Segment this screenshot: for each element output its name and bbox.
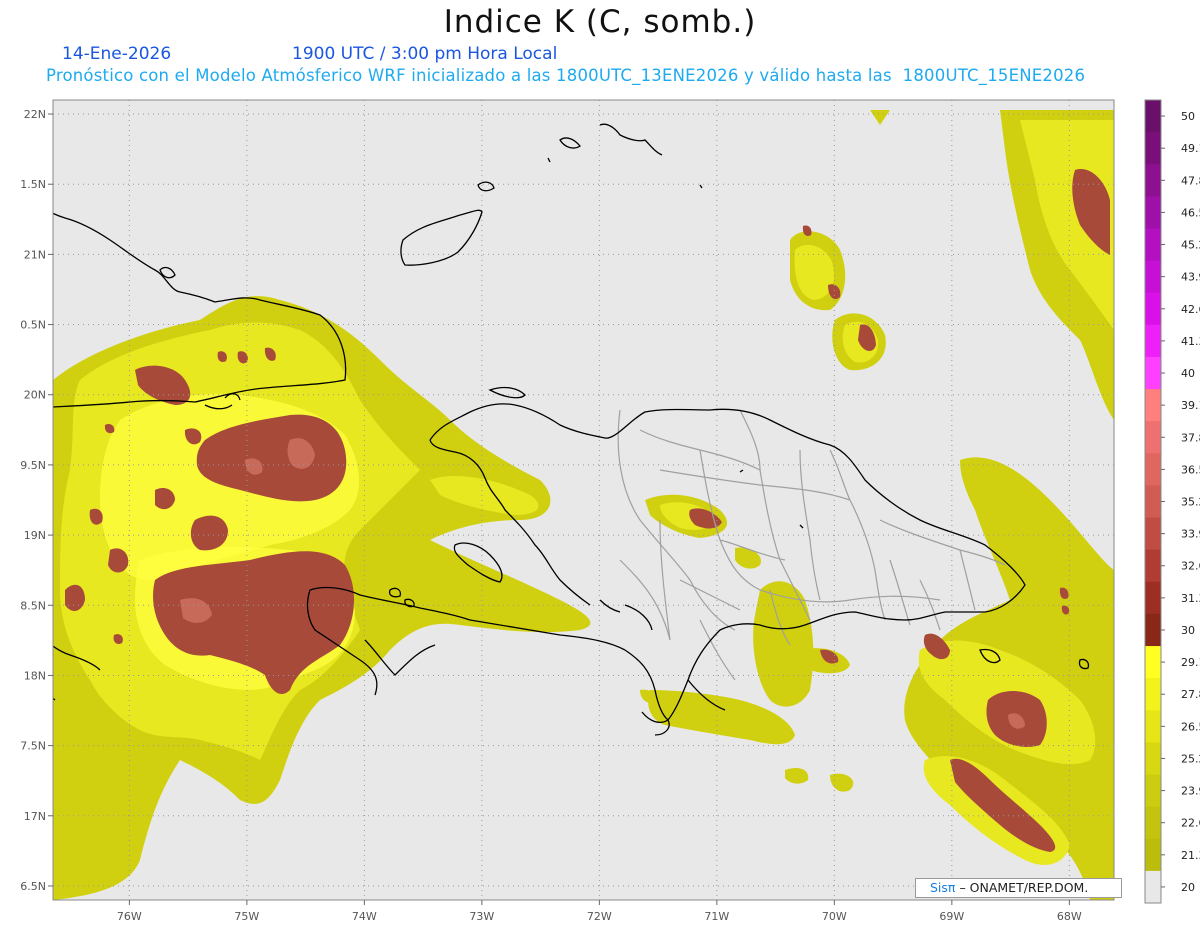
colorbar-swatch: [1145, 838, 1161, 872]
colorbar-swatch: [1145, 646, 1161, 679]
colorbar-swatch: [1145, 485, 1161, 519]
color-bar: 50 49.1 47.8 46.5 45.2 43.9 42.6 41.3 40 39.1 37.8…: [1144, 99, 1200, 904]
colorbar-swatch: [1145, 774, 1161, 808]
lon-tick-label: 72W: [587, 910, 612, 923]
colorbar-swatch: [1145, 678, 1161, 711]
colorbar-swatch: [1145, 806, 1161, 840]
colorbar-label: 42.6: [1181, 303, 1200, 316]
colorbar-label: 33.9: [1181, 528, 1200, 541]
lat-tick-label: 17N: [24, 810, 46, 823]
lon-tick-label: 73W: [469, 910, 494, 923]
lat-tick-label: 22N: [24, 108, 46, 121]
colorbar-swatch: [1145, 517, 1161, 551]
colorbar-label: 35.2: [1181, 496, 1200, 509]
lon-tick-label: 75W: [234, 910, 259, 923]
colorbar-swatch: [1145, 100, 1161, 133]
lon-tick-label: 70W: [822, 910, 847, 923]
lon-tick-label: 69W: [939, 910, 964, 923]
lat-tick-label: 19N: [24, 529, 46, 542]
lat-tick-label: 0.5N: [20, 319, 46, 332]
colorbar-label: 40: [1181, 367, 1195, 380]
colorbar-swatch: [1145, 389, 1161, 422]
colorbar-swatch: [1145, 613, 1161, 647]
colorbar-swatch: [1145, 228, 1161, 262]
colorbar-swatch: [1145, 356, 1161, 390]
colorbar-label: 27.8: [1181, 688, 1200, 701]
credit-organization: – ONAMET/REP.DOM.: [959, 880, 1089, 895]
colorbar-swatch: [1145, 260, 1161, 294]
lat-tick-label: 8.5N: [20, 599, 46, 612]
lon-tick-label: 71W: [704, 910, 729, 923]
colorbar-label: 43.9: [1181, 271, 1200, 284]
colorbar-swatch: [1145, 164, 1161, 197]
colorbar-label: 36.5: [1181, 463, 1200, 476]
colorbar-label: 41.3: [1181, 335, 1200, 348]
colorbar-label: 23.9: [1181, 785, 1200, 798]
colorbar-label: 46.5: [1181, 206, 1200, 219]
colorbar-label: 39.1: [1181, 399, 1200, 412]
colorbar-label: 49.1: [1181, 142, 1200, 155]
colorbar-swatch: [1145, 453, 1161, 486]
lon-tick-label: 76W: [117, 910, 142, 923]
colorbar-swatch: [1145, 710, 1161, 743]
lon-tick-label: 74W: [352, 910, 377, 923]
credit-brand: Sisπ: [930, 880, 956, 895]
colorbar-label: 20: [1181, 881, 1195, 894]
lon-tick-label: 68W: [1057, 910, 1082, 923]
colorbar-label: 25.2: [1181, 752, 1200, 765]
colorbar-label: 22.6: [1181, 817, 1200, 830]
colorbar-swatch: [1145, 324, 1161, 358]
lat-tick-label: 1.5N: [20, 178, 46, 191]
lat-tick-label: 18N: [24, 669, 46, 682]
colorbar-swatch: [1145, 196, 1161, 229]
colorbar-swatch: [1145, 581, 1161, 615]
colorbar-label: 21.3: [1181, 849, 1200, 862]
colorbar-swatch: [1145, 132, 1161, 165]
longitude-axis: 76W 75W 74W 73W 72W 71W 70W 69W 68W: [117, 900, 1082, 923]
lat-tick-label: 6.5N: [20, 880, 46, 893]
colorbar-label: 26.5: [1181, 720, 1200, 733]
colorbar-swatch: [1145, 292, 1161, 326]
colorbar-label: 32.6: [1181, 560, 1200, 573]
colorbar-swatch: [1145, 870, 1161, 904]
colorbar-swatch: [1145, 421, 1161, 454]
lat-tick-label: 21N: [24, 248, 46, 261]
colorbar-label: 30: [1181, 624, 1195, 637]
k-index-map: 22N 1.5N 21N 0.5N 20N 9.5N 19N 8.5N 18N 7.5N 17N 6.…: [20, 99, 1200, 923]
colorbar-label: 45.2: [1181, 239, 1200, 252]
lat-tick-label: 9.5N: [20, 459, 46, 472]
colorbar-label: 37.8: [1181, 431, 1200, 444]
colorbar-label: 47.8: [1181, 174, 1200, 187]
colorbar-label: 29.1: [1181, 656, 1200, 669]
lat-tick-label: 20N: [24, 389, 46, 402]
lat-tick-label: 7.5N: [20, 740, 46, 753]
colorbar-label: 31.3: [1181, 592, 1200, 605]
latitude-axis: 22N 1.5N 21N 0.5N 20N 9.5N 19N 8.5N 18N 7.5N 17N 6.…: [20, 108, 53, 893]
credit-box: Sisπ – ONAMET/REP.DOM.: [915, 878, 1122, 898]
colorbar-swatch: [1145, 549, 1161, 583]
colorbar-label: 50: [1181, 110, 1195, 123]
colorbar-swatch: [1145, 742, 1161, 776]
